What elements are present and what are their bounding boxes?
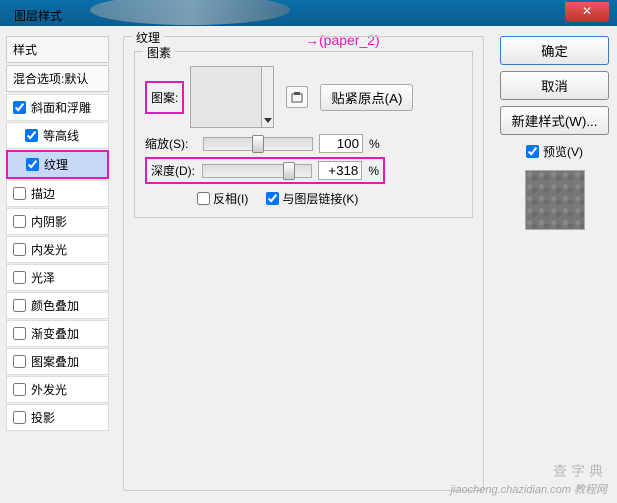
scale-label: 缩放(S):	[145, 135, 197, 152]
elements-subgroup: 图素 图案: 贴紧原点(A) 缩放(S): % 深度(D):	[134, 51, 473, 218]
sidebar-item-label: 内发光	[31, 241, 67, 258]
depth-slider-thumb[interactable]	[283, 162, 295, 180]
pattern-row: 图案: 贴紧原点(A)	[145, 66, 462, 128]
pattern-swatch[interactable]	[190, 66, 262, 128]
scale-slider-thumb[interactable]	[252, 135, 264, 153]
sidebar-item-label: 投影	[31, 409, 55, 426]
sidebar-item-checkbox[interactable]	[25, 129, 38, 142]
sidebar-item-7[interactable]: 颜色叠加	[6, 292, 109, 319]
right-panel: 确定 取消 新建样式(W)... 预览(V)	[492, 26, 617, 503]
depth-row-highlight: 深度(D): %	[145, 157, 385, 184]
sidebar-item-checkbox[interactable]	[26, 158, 39, 171]
sidebar-blending-options[interactable]: 混合选项:默认	[6, 65, 109, 92]
watermark-url: jiaocheng.chazidian.com 教程网	[450, 481, 607, 497]
sidebar-item-6[interactable]: 光泽	[6, 264, 109, 291]
watermark-brand: 查字典	[553, 461, 607, 481]
pattern-label: 图案:	[145, 81, 184, 114]
new-preset-button[interactable]	[286, 86, 308, 108]
sidebar-item-checkbox[interactable]	[13, 383, 26, 396]
sidebar-item-label: 斜面和浮雕	[31, 99, 91, 116]
depth-slider[interactable]	[202, 164, 312, 178]
depth-input[interactable]	[318, 161, 362, 180]
chevron-down-icon	[264, 118, 272, 123]
content-panel: →(paper_2) 纹理 图素 图案: 贴紧原点(A) 缩放(S): %	[115, 26, 492, 503]
window-title: 图层样式	[4, 2, 72, 29]
sidebar: 样式 混合选项:默认 斜面和浮雕等高线纹理描边内阴影内发光光泽颜色叠加渐变叠加图…	[0, 26, 115, 503]
sidebar-item-checkbox[interactable]	[13, 271, 26, 284]
title-bar-bgimage	[90, 0, 290, 25]
scale-input[interactable]	[319, 134, 363, 153]
scale-slider[interactable]	[203, 137, 313, 151]
sidebar-item-1[interactable]: 等高线	[6, 122, 109, 149]
sidebar-item-4[interactable]: 内阴影	[6, 208, 109, 235]
preview-swatch	[525, 170, 585, 230]
cancel-button[interactable]: 取消	[500, 71, 609, 100]
sidebar-item-3[interactable]: 描边	[6, 180, 109, 207]
sidebar-item-checkbox[interactable]	[13, 243, 26, 256]
pattern-dropdown[interactable]	[262, 66, 274, 128]
sidebar-item-label: 描边	[31, 185, 55, 202]
sidebar-item-checkbox[interactable]	[13, 101, 26, 114]
sidebar-item-label: 颜色叠加	[31, 297, 79, 314]
preview-checkbox[interactable]: 预览(V)	[500, 143, 609, 160]
sidebar-item-checkbox[interactable]	[13, 299, 26, 312]
depth-label: 深度(D):	[151, 162, 196, 179]
sidebar-item-9[interactable]: 图案叠加	[6, 348, 109, 375]
sidebar-item-checkbox[interactable]	[13, 327, 26, 340]
depth-unit: %	[368, 164, 379, 178]
sidebar-item-label: 光泽	[31, 269, 55, 286]
snap-origin-button[interactable]: 贴紧原点(A)	[320, 84, 413, 111]
sidebar-header-styles[interactable]: 样式	[6, 36, 109, 63]
depth-row: 深度(D): %	[151, 161, 379, 180]
invert-checkbox[interactable]: 反相(I)	[197, 190, 248, 207]
sidebar-item-10[interactable]: 外发光	[6, 376, 109, 403]
new-style-button[interactable]: 新建样式(W)...	[500, 106, 609, 135]
main-area: 样式 混合选项:默认 斜面和浮雕等高线纹理描边内阴影内发光光泽颜色叠加渐变叠加图…	[0, 26, 617, 503]
checkbox-row: 反相(I) 与图层链接(K)	[197, 190, 462, 207]
sidebar-item-checkbox[interactable]	[13, 187, 26, 200]
scale-unit: %	[369, 137, 380, 151]
sidebar-item-checkbox[interactable]	[13, 215, 26, 228]
sidebar-item-label: 等高线	[43, 127, 79, 144]
sidebar-item-8[interactable]: 渐变叠加	[6, 320, 109, 347]
sidebar-item-label: 纹理	[44, 156, 68, 173]
ok-button[interactable]: 确定	[500, 36, 609, 65]
title-bar: 图层样式 ✕	[0, 0, 617, 26]
sidebar-item-5[interactable]: 内发光	[6, 236, 109, 263]
sidebar-item-label: 图案叠加	[31, 353, 79, 370]
scale-row: 缩放(S): %	[145, 134, 462, 153]
close-button[interactable]: ✕	[565, 2, 609, 22]
subgroup-title: 图素	[143, 44, 175, 61]
sidebar-item-2[interactable]: 纹理	[6, 150, 109, 179]
link-layer-checkbox[interactable]: 与图层链接(K)	[266, 190, 358, 207]
sidebar-item-checkbox[interactable]	[13, 355, 26, 368]
sidebar-item-checkbox[interactable]	[13, 411, 26, 424]
sidebar-item-label: 渐变叠加	[31, 325, 79, 342]
sidebar-item-0[interactable]: 斜面和浮雕	[6, 94, 109, 121]
sidebar-item-label: 内阴影	[31, 213, 67, 230]
sidebar-item-11[interactable]: 投影	[6, 404, 109, 431]
sidebar-item-label: 外发光	[31, 381, 67, 398]
texture-group: 纹理 图素 图案: 贴紧原点(A) 缩放(S): %	[123, 36, 484, 491]
